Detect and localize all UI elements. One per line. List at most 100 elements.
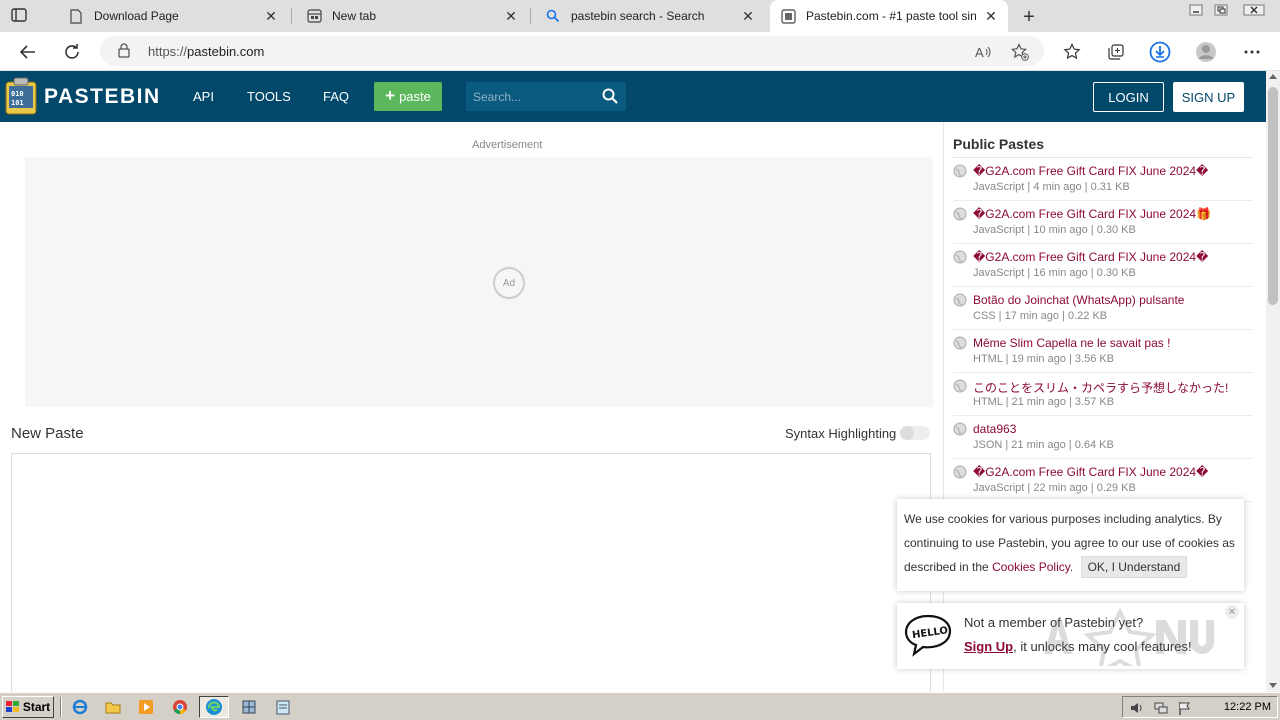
pastebin-brand[interactable]: PASTEBIN <box>44 85 161 109</box>
public-paste-item[interactable]: このことをスリム・カペラすら予想しなかった! HTML | 21 min ago… <box>953 373 1253 416</box>
paste-title-link[interactable]: Botão do Joinchat (WhatsApp) pulsante <box>973 293 1184 307</box>
new-paste-title: New Paste <box>11 425 84 442</box>
scrollbar-thumb[interactable] <box>1268 87 1278 305</box>
public-paste-item[interactable]: data963 JSON | 21 min ago | 0.64 KB <box>953 416 1253 459</box>
public-paste-item[interactable]: Même Slim Capella ne le savait pas ! HTM… <box>953 330 1253 373</box>
tab-new-tab[interactable]: New tab ✕ <box>296 0 528 32</box>
close-window-button[interactable] <box>1234 2 1274 18</box>
network-icon[interactable] <box>1153 700 1169 716</box>
ie-icon[interactable] <box>70 698 90 716</box>
collections-button[interactable] <box>1104 40 1128 64</box>
toggle-knob <box>900 426 914 440</box>
chrome-icon[interactable] <box>170 698 190 716</box>
read-aloud-icon[interactable]: A <box>974 42 994 62</box>
profile-button[interactable] <box>1194 40 1218 64</box>
folder-icon[interactable] <box>103 698 123 716</box>
back-button[interactable] <box>16 40 40 64</box>
public-paste-item[interactable]: Botão do Joinchat (WhatsApp) pulsante CS… <box>953 287 1253 330</box>
tab-pastebin-search[interactable]: pastebin search - Search ✕ <box>535 0 765 32</box>
search-input[interactable] <box>466 82 596 111</box>
downloads-button[interactable] <box>1148 40 1172 64</box>
tab-separator <box>291 8 292 24</box>
scroll-down-arrow-icon[interactable] <box>1269 683 1277 688</box>
globe-icon <box>953 422 967 436</box>
start-button[interactable]: Start <box>2 696 54 718</box>
close-icon[interactable]: ✕ <box>741 8 755 24</box>
tab-download-page[interactable]: Download Page ✕ <box>58 0 288 32</box>
cookie-text-end: . <box>1069 560 1074 574</box>
cookies-policy-link[interactable]: Cookies Policy <box>992 560 1070 574</box>
media-player-icon[interactable] <box>136 698 156 716</box>
nav-faq[interactable]: FAQ <box>323 89 349 104</box>
scroll-up-arrow-icon[interactable] <box>1269 74 1277 79</box>
svg-text:A: A <box>975 45 984 59</box>
favorites-button[interactable] <box>1060 40 1084 64</box>
syntax-highlighting-label: Syntax Highlighting <box>785 426 897 441</box>
paste-title-link[interactable]: data963 <box>973 422 1016 436</box>
search-icon[interactable] <box>602 88 618 107</box>
nav-tools[interactable]: TOOLS <box>247 89 291 104</box>
globe-icon <box>953 293 967 307</box>
globe-icon <box>953 250 967 264</box>
paste-title-link[interactable]: �G2A.com Free Gift Card FIX June 2024� <box>973 164 1208 178</box>
refresh-button[interactable] <box>60 40 84 64</box>
close-icon[interactable]: ✕ <box>504 8 518 24</box>
paste-button-label: paste <box>399 89 431 104</box>
paste-title-link[interactable]: �G2A.com Free Gift Card FIX June 2024� <box>973 250 1208 264</box>
settings-menu-button[interactable] <box>1240 40 1264 64</box>
windows-flag-icon <box>5 701 19 712</box>
paste-title-link[interactable]: �G2A.com Free Gift Card FIX June 2024🎁 <box>973 207 1211 221</box>
taskbar-clock[interactable]: 12:22 PM <box>1224 701 1271 713</box>
new-tab-button[interactable]: + <box>1018 6 1040 28</box>
close-window-icon <box>1243 4 1265 16</box>
login-button[interactable]: LOGIN <box>1093 82 1164 112</box>
tab-label: New tab <box>332 9 377 23</box>
pastebin-logo-icon[interactable]: 010 101 <box>4 76 38 116</box>
volume-icon[interactable] <box>1129 700 1145 716</box>
globe-icon <box>953 465 967 479</box>
svg-text:101: 101 <box>11 99 24 107</box>
add-favorite-icon[interactable] <box>1010 42 1030 62</box>
public-paste-item[interactable]: �G2A.com Free Gift Card FIX June 2024🎁 J… <box>953 201 1253 244</box>
back-arrow-icon <box>19 45 35 59</box>
restore-button[interactable] <box>1209 2 1233 18</box>
lock-icon[interactable] <box>118 43 130 61</box>
address-bar[interactable]: https://pastebin.com A <box>100 36 1044 66</box>
action-center-flag-icon[interactable] <box>1177 700 1193 716</box>
network-app-icon[interactable] <box>239 698 259 716</box>
edge-icon[interactable] <box>199 696 229 718</box>
minimize-button[interactable] <box>1184 2 1208 18</box>
url-text[interactable]: https://pastebin.com <box>148 44 264 59</box>
page-scrollbar[interactable] <box>1266 71 1280 692</box>
tab-pastebin-active[interactable]: Pastebin.com - #1 paste tool sin ✕ <box>770 0 1008 32</box>
paste-textarea[interactable] <box>11 453 931 703</box>
ad-loading-spinner: Ad <box>493 267 525 299</box>
plus-icon: + <box>385 85 396 105</box>
close-icon[interactable]: ✕ <box>1225 605 1239 619</box>
syntax-highlighting-toggle[interactable] <box>900 426 930 440</box>
close-icon[interactable]: ✕ <box>264 8 278 24</box>
signup-button[interactable]: SIGN UP <box>1173 82 1244 112</box>
cookie-accept-button[interactable]: OK, I Understand <box>1080 556 1188 578</box>
tab-actions-button[interactable] <box>10 7 38 25</box>
paste-title-link[interactable]: Même Slim Capella ne le savait pas ! <box>973 336 1170 350</box>
paste-title-link[interactable]: �G2A.com Free Gift Card FIX June 2024� <box>973 465 1208 479</box>
public-paste-item[interactable]: �G2A.com Free Gift Card FIX June 2024� J… <box>953 459 1253 502</box>
hello-bubble-icon: HELLO <box>904 614 952 657</box>
advertisement-box[interactable]: Ad <box>25 157 933 407</box>
tab-label: Download Page <box>94 9 179 23</box>
close-icon[interactable]: ✕ <box>984 8 998 24</box>
paste-meta: JavaScript | 4 min ago | 0.31 KB <box>973 181 1130 193</box>
paste-meta: HTML | 21 min ago | 3.57 KB <box>973 396 1115 408</box>
notepad-icon[interactable] <box>273 698 293 716</box>
system-tray: 12:22 PM <box>1122 696 1278 718</box>
search-icon <box>545 8 561 24</box>
member-signup-link[interactable]: Sign Up <box>964 639 1013 654</box>
public-pastes-title: Public Pastes <box>953 136 1045 152</box>
public-paste-item[interactable]: �G2A.com Free Gift Card FIX June 2024� J… <box>953 244 1253 287</box>
nav-api[interactable]: API <box>193 89 214 104</box>
public-paste-item[interactable]: �G2A.com Free Gift Card FIX June 2024� J… <box>953 158 1253 201</box>
paste-title-link[interactable]: このことをスリム・カペラすら予想しなかった! <box>973 379 1228 396</box>
paste-meta: JavaScript | 10 min ago | 0.30 KB <box>973 224 1136 236</box>
new-paste-button[interactable]: + paste <box>374 82 442 111</box>
